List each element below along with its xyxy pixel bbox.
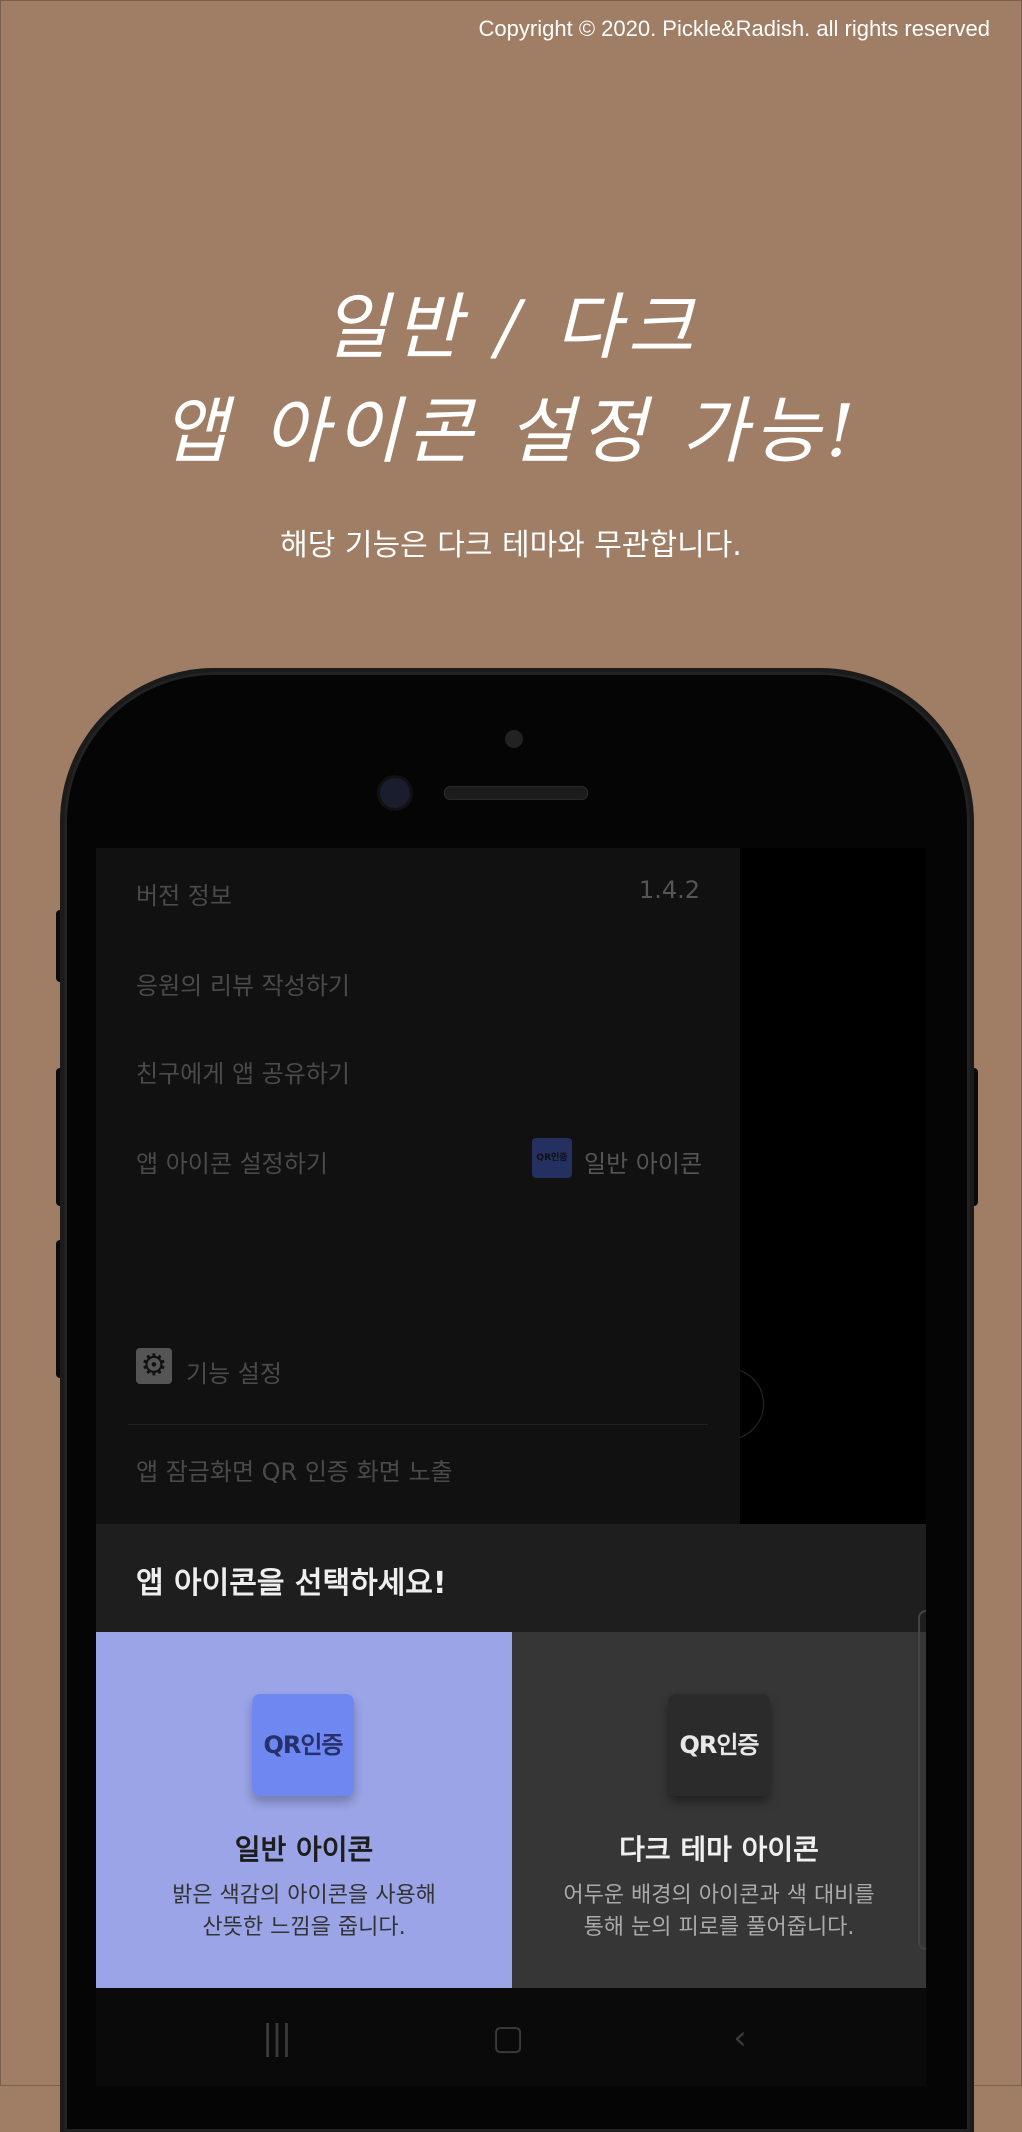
home-icon[interactable]: ▢ [478,2018,538,2058]
qr-app-icon-dark: QR인증 [668,1694,770,1796]
qr-app-icon: QR인증 [532,1138,572,1178]
copyright-text: Copyright © 2020. Pickle&Radish. all rig… [478,16,990,41]
bottom-sheet-header: 앱 아이콘을 선택하세요! [96,1524,926,1632]
back-icon[interactable]: ‹ [710,2018,770,2058]
gear-icon: ⚙ [136,1348,172,1384]
app-icon-label: 앱 아이콘 설정하기 [136,1150,328,1178]
front-camera [505,730,523,748]
android-nav-bar: ||| ▢ ‹ [96,1988,926,2086]
settings-panel: 버전 정보 1.4.2 응원의 리뷰 작성하기 친구에게 앱 공유하기 앱 아이… [96,848,740,2074]
settings-row-app-icon[interactable]: 앱 아이콘 설정하기 QR인증 일반 아이콘 [96,1130,740,1190]
option-title: 일반 아이콘 [234,1833,374,1866]
option-title: 다크 테마 아이콘 [619,1833,819,1866]
settings-row-review[interactable]: 응원의 리뷰 작성하기 [96,952,740,1012]
option-desc-line: 산뜻한 느낌을 줍니다. [202,1915,406,1940]
subtitle: 해당 기능은 다크 테마와 무관합니다. [280,528,742,563]
headline-line-2: 앱 아이콘 설정 가능! [161,389,861,473]
option-description: 밝은 색감의 아이콘을 사용해 산뜻한 느낌을 줍니다. [96,1880,512,1944]
settings-row-share[interactable]: 친구에게 앱 공유하기 [96,1040,740,1100]
settings-row-version[interactable]: 버전 정보 1.4.2 [96,862,740,922]
settings-row-lock-qr: 앱 잠금화면 QR 인증 화면 노출 [96,1438,740,2074]
headline-line-1: 일반 / 다크 [322,285,700,369]
proximity-sensor [380,778,410,808]
qr-app-icon-light: QR인증 [252,1694,354,1796]
sheet-title: 앱 아이콘을 선택하세요! [136,1566,447,1601]
section-divider [128,1424,708,1425]
option-description: 어두운 배경의 아이콘과 색 대비를 통해 눈의 피로를 풀어줍니다. [512,1880,926,1944]
option-dark-icon[interactable]: QR인증 다크 테마 아이콘 어두운 배경의 아이콘과 색 대비를 통해 눈의 … [512,1632,926,1988]
option-desc-line: 통해 눈의 피로를 풀어줍니다. [583,1915,855,1940]
feature-section-title: 기능 설정 [186,1360,282,1388]
app-icon-value: 일반 아이콘 [584,1150,703,1178]
version-value: 1.4.2 [638,876,700,904]
version-label: 버전 정보 [136,882,232,910]
lock-qr-label: 앱 잠금화면 QR 인증 화면 노출 [136,1458,453,1486]
scroll-edge-indicator [918,1610,926,1950]
share-label: 친구에게 앱 공유하기 [136,1060,350,1088]
phone-screen: 버전 정보 1.4.2 응원의 리뷰 작성하기 친구에게 앱 공유하기 앱 아이… [96,848,926,2086]
earpiece-speaker [444,786,588,800]
recent-apps-icon[interactable]: ||| [246,2018,306,2058]
option-desc-line: 밝은 색감의 아이콘을 사용해 [172,1883,436,1908]
review-label: 응원의 리뷰 작성하기 [136,972,350,1000]
option-desc-line: 어두운 배경의 아이콘과 색 대비를 [563,1883,875,1908]
option-normal-icon[interactable]: QR인증 일반 아이콘 밝은 색감의 아이콘을 사용해 산뜻한 느낌을 줍니다. [96,1632,512,1988]
